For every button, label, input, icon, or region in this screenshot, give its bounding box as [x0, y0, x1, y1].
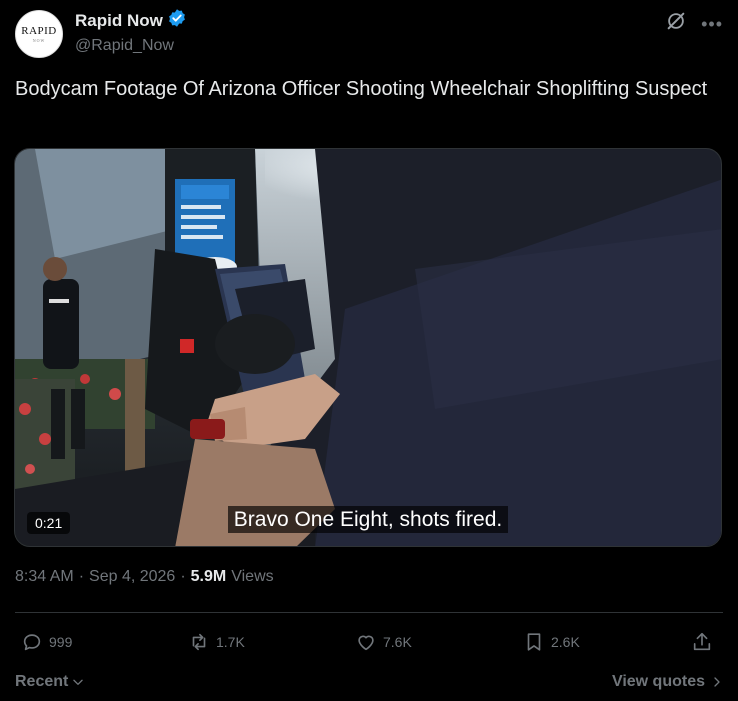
repost-count: 1.7K: [216, 634, 245, 650]
tweet-text: Bodycam Footage Of Arizona Officer Shoot…: [15, 78, 708, 100]
chevron-down-icon: [73, 679, 84, 685]
tweet-time[interactable]: 8:34 AM: [15, 568, 74, 586]
tweet-date[interactable]: Sep 4, 2026: [89, 568, 175, 586]
video-caption-text: Bravo One Eight, shots fired.: [227, 506, 509, 533]
meta-separator: ·: [78, 568, 85, 585]
author-name[interactable]: Rapid Now: [75, 11, 163, 31]
tweet-header: RAPID NOW Rapid Now @Rapid_Now •••: [15, 8, 723, 58]
share-icon: [693, 632, 711, 651]
more-icon[interactable]: •••: [701, 15, 723, 33]
author-handle[interactable]: @Rapid_Now: [75, 37, 187, 55]
views-count: 5.9M: [190, 568, 227, 585]
reply-count: 999: [49, 634, 73, 650]
view-quotes-link[interactable]: View quotes: [612, 673, 723, 691]
avatar-logo-text: RAPID: [21, 25, 57, 37]
video-frame: [15, 149, 721, 546]
bookmark-icon: [527, 633, 541, 651]
bookmark-button[interactable]: 2.6K: [523, 626, 580, 658]
video-caption: Bravo One Eight, shots fired.: [15, 506, 721, 533]
meta-separator-2: ·: [180, 568, 186, 585]
repost-icon: [192, 633, 206, 651]
name-row: Rapid Now: [75, 8, 187, 33]
verified-badge-icon: [167, 8, 187, 33]
tweet-footer: Recent View quotes: [15, 670, 723, 696]
repost-button[interactable]: 1.7K: [188, 626, 245, 658]
sort-dropdown[interactable]: Recent: [15, 673, 85, 691]
share-button[interactable]: [691, 626, 713, 658]
header-actions: •••: [665, 10, 723, 37]
author-block: Rapid Now @Rapid_Now: [75, 8, 187, 55]
tweet-meta: 8:34 AM · Sep 4, 2026 · 5.9M Views: [15, 568, 274, 586]
sort-label: Recent: [15, 673, 69, 690]
chevron-right-icon: [714, 677, 720, 687]
divider: [15, 612, 723, 613]
grok-icon[interactable]: [665, 10, 687, 37]
action-bar: 999 1.7K 7.6K 2.6K: [15, 626, 723, 658]
avatar[interactable]: RAPID NOW: [15, 10, 63, 58]
bookmark-count: 2.6K: [551, 634, 580, 650]
view-quotes-label: View quotes: [611, 673, 705, 690]
avatar-logo-subtext: NOW: [32, 38, 46, 43]
heart-icon: [358, 635, 374, 651]
video-player[interactable]: 0:21 Bravo One Eight, shots fired.: [14, 148, 722, 547]
views-label: Views: [231, 568, 274, 585]
like-button[interactable]: 7.6K: [355, 626, 412, 658]
reply-icon: [23, 634, 41, 651]
like-count: 7.6K: [383, 634, 412, 650]
reply-button[interactable]: 999: [21, 626, 72, 658]
